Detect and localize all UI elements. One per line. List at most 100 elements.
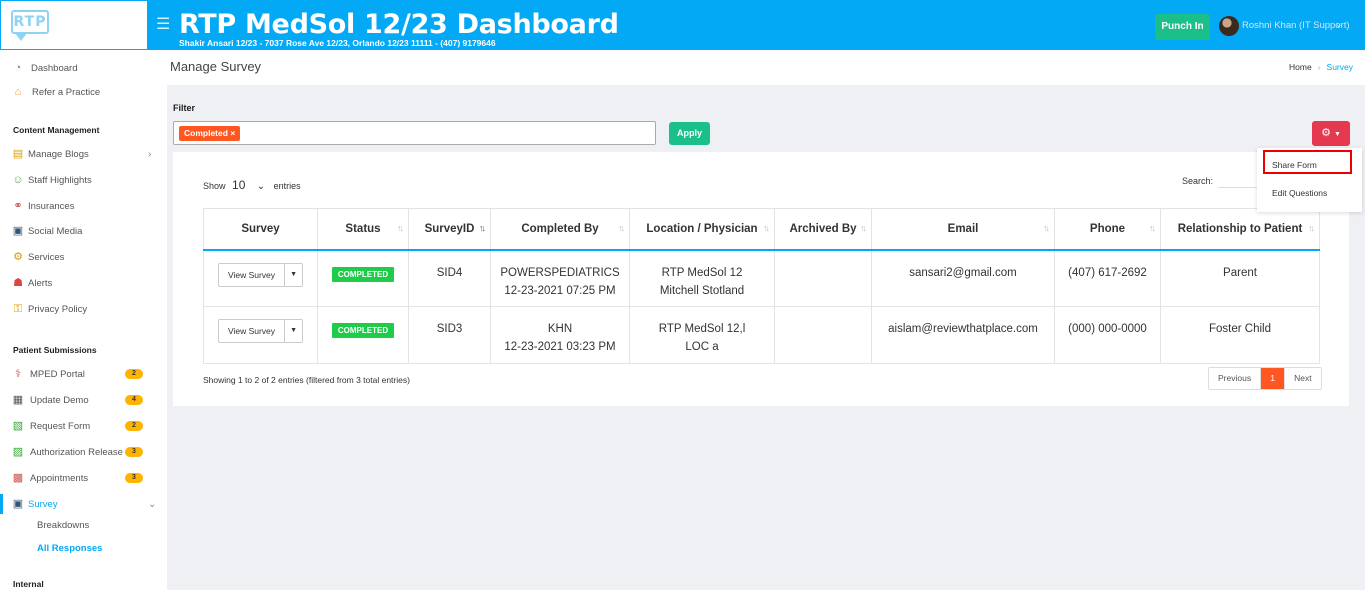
logo[interactable]: RTP (11, 10, 49, 34)
apply-button[interactable]: Apply (669, 122, 710, 145)
column-header-completed-by[interactable]: Completed By ↑↓ (490, 208, 630, 251)
column-header-label: Relationship to Patient (1177, 222, 1303, 235)
sidebar-item-services[interactable]: ⚙ Services (0, 247, 167, 267)
table-header-row: Survey Status ↑↓ SurveyID ↑↓ Completed By ↑… (203, 208, 1320, 251)
sidebar-item-label: Dashboard (31, 62, 78, 74)
avatar[interactable] (1219, 16, 1239, 36)
blog-icon: ▤ (12, 148, 24, 160)
active-indicator (0, 494, 3, 514)
entries-select[interactable]: 10 ⌄ (232, 178, 265, 192)
survey-icon: ▣ (12, 498, 24, 510)
column-header-surveyid[interactable]: SurveyID ↑↓ (408, 208, 491, 251)
completed-by-name: KHN (547, 323, 573, 335)
punch-in-button[interactable]: Punch In (1155, 14, 1210, 40)
filter-input[interactable]: Completed × (173, 121, 656, 145)
sidebar-item-privacy-policy[interactable]: ⚿ Privacy Policy (0, 299, 167, 319)
cell-status: COMPLETED (317, 306, 409, 364)
sort-icon: ↑↓ (1308, 223, 1315, 233)
sidebar-item-staff-highlights[interactable]: ☺ Staff Highlights (0, 170, 167, 190)
menu-item-share-form[interactable]: Share Form (1272, 160, 1317, 170)
sidebar-item-survey[interactable]: ▣ Survey ⌄ (0, 494, 167, 514)
page-title: Manage Survey (170, 59, 262, 74)
settings-dropdown-button[interactable]: ⚙ ▼ (1312, 121, 1350, 146)
sidebar-item-dashboard[interactable]: ◔ Dashboard (0, 58, 167, 78)
sidebar-subitem-breakdowns[interactable]: Breakdowns (37, 520, 89, 531)
search-input[interactable] (1218, 172, 1258, 188)
column-header-label: Survey (241, 222, 280, 235)
sidebar-subitem-all-responses[interactable]: All Responses (37, 543, 102, 554)
sort-icon: ↑↓ (1043, 223, 1050, 233)
table-row: View Survey ▼ COMPLETED SID4 POWERSPEDIA… (203, 249, 1320, 307)
column-header-label: Location / Physician (646, 222, 758, 235)
filter-tag-completed[interactable]: Completed × (179, 126, 241, 141)
cell-email: aislam@reviewthatplace.com (871, 306, 1055, 364)
sort-icon: ↑↓ (618, 223, 625, 233)
view-survey-button[interactable]: View Survey (219, 264, 284, 286)
sidebar-item-insurances[interactable]: ⚭ Insurances (0, 196, 167, 216)
sidebar-item-social-media[interactable]: ▣ Social Media (0, 221, 167, 241)
column-header-survey[interactable]: Survey (203, 208, 318, 251)
sidebar-item-update-demo[interactable]: ▦ Update Demo 4 (0, 390, 167, 410)
dashboard-icon: ◔ (14, 62, 22, 74)
sidebar-item-mped-portal[interactable]: ⚕ MPED Portal 2 (0, 364, 167, 384)
column-header-archived-by[interactable]: Archived By ↑↓ (774, 208, 872, 251)
dashboard-title: RTP MedSol 12/23 Dashboard (179, 9, 619, 40)
chevron-down-icon[interactable]: ⌄ (1335, 19, 1343, 30)
sidebar: ◔ Dashboard ⌂ Refer a Practice Content M… (0, 50, 167, 590)
column-header-label: Email (947, 222, 979, 235)
logo-container[interactable]: RTP (0, 0, 148, 50)
sidebar-item-alerts[interactable]: ☗ Alerts (0, 273, 167, 293)
sidebar-item-label: Appointments (30, 472, 89, 484)
sidebar-item-appointments[interactable]: ▩ Appointments 3 (0, 468, 167, 488)
dashboard-subtitle: Shakir Ansari 12/23 - 7037 Rose Ave 12/2… (179, 38, 496, 48)
user-name[interactable]: Roshni Khan (IT Support) (1242, 20, 1350, 31)
view-survey-button[interactable]: View Survey (219, 320, 284, 342)
hamburger-icon[interactable]: ☰ (156, 14, 170, 34)
pagination-next[interactable]: Next (1284, 368, 1320, 389)
entries-label: entries (273, 181, 301, 191)
column-header-relationship[interactable]: Relationship to Patient ↑↓ (1160, 208, 1320, 251)
form-icon: ▧ (12, 420, 24, 432)
demo-icon: ▦ (12, 394, 24, 406)
cell-location: RTP MedSol 12 Mitchell Stotland (629, 249, 775, 307)
menu-item-edit-questions[interactable]: Edit Questions (1272, 188, 1327, 198)
location-name: RTP MedSol 12 (661, 266, 743, 279)
sidebar-item-request-form[interactable]: ▧ Request Form 2 (0, 416, 167, 436)
column-header-location[interactable]: Location / Physician ↑↓ (629, 208, 775, 251)
sidebar-item-label: Services (28, 251, 65, 263)
settings-dropdown-menu: Share Form Edit Questions (1257, 148, 1362, 212)
pagination-previous[interactable]: Previous (1209, 368, 1262, 389)
sidebar-item-manage-blogs[interactable]: ▤ Manage Blogs › (0, 144, 167, 164)
count-badge: 4 (125, 395, 143, 405)
cell-location: RTP MedSol 12,l LOC a (629, 306, 775, 364)
column-header-email[interactable]: Email ↑↓ (871, 208, 1055, 251)
view-survey-group: View Survey ▼ (217, 262, 304, 287)
column-header-status[interactable]: Status ↑↓ (317, 208, 409, 251)
filter-label: Filter (173, 103, 196, 113)
sidebar-item-authorization-release[interactable]: ▨ Authorization Release 3 (0, 442, 167, 462)
sort-icon: ↑↓ (1149, 223, 1156, 233)
auth-icon: ▨ (12, 446, 24, 458)
completed-by-name: POWERSPEDIATRICS (500, 266, 620, 279)
section-heading-patient: Patient Submissions (13, 345, 97, 355)
breadcrumb-home[interactable]: Home (1289, 62, 1312, 72)
pagination: Previous 1 Next (1208, 367, 1322, 390)
sidebar-item-label: MPED Portal (30, 368, 85, 380)
table-row: View Survey ▼ COMPLETED SID3 KHN 12-23-20… (203, 306, 1320, 364)
cell-archived-by (774, 249, 872, 307)
caret-down-icon[interactable]: ▼ (284, 320, 302, 342)
calendar-icon: ▩ (12, 472, 24, 484)
entries-length-control: Show 10 ⌄ entries (203, 178, 301, 192)
column-header-phone[interactable]: Phone ↑↓ (1054, 208, 1161, 251)
pagination-page-1[interactable]: 1 (1261, 368, 1285, 389)
table-info: Showing 1 to 2 of 2 entries (filtered fr… (203, 375, 410, 385)
cell-surveyid: SID4 (408, 249, 491, 307)
chevron-down-icon: ⌄ (148, 498, 157, 510)
location-name: RTP MedSol 12,l (658, 323, 746, 335)
caret-down-icon[interactable]: ▼ (284, 263, 302, 286)
sidebar-item-refer[interactable]: ⌂ Refer a Practice (0, 82, 167, 102)
sort-icon: ↑↓ (479, 223, 486, 233)
top-header: RTP ☰ RTP MedSol 12/23 Dashboard Shakir … (0, 0, 1365, 50)
column-header-label: Phone (1089, 222, 1126, 235)
sidebar-item-label: Survey (28, 498, 58, 510)
